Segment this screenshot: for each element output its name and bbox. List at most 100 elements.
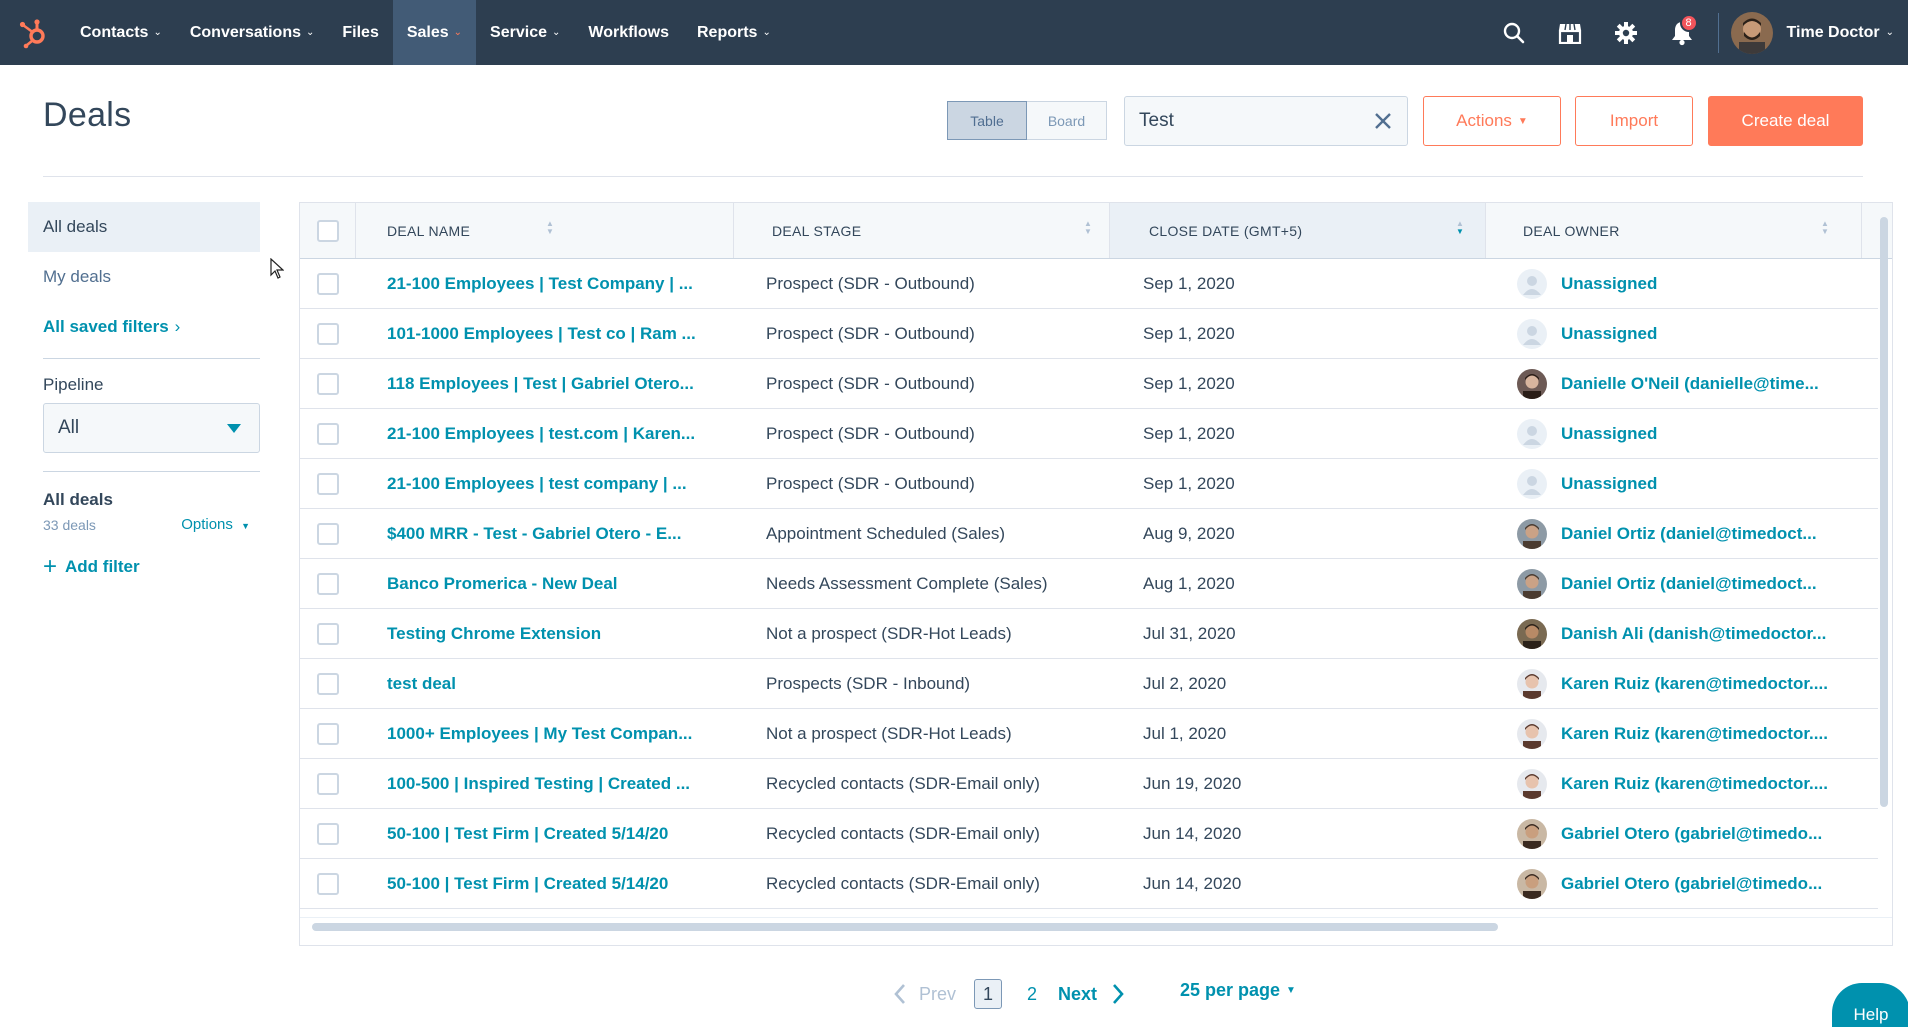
row-checkbox[interactable] (317, 872, 339, 895)
actions-button[interactable]: Actions ▼ (1423, 96, 1561, 146)
deal-owner-link[interactable]: Unassigned (1561, 424, 1657, 444)
hubspot-logo-icon[interactable] (0, 0, 66, 65)
deal-name-link[interactable]: Testing Chrome Extension (387, 624, 601, 644)
nav-item-workflows[interactable]: Workflows (574, 0, 683, 65)
column-deal-name[interactable]: DEAL NAME ▲ ▼ (356, 203, 734, 258)
board-view-button[interactable]: Board (1027, 101, 1107, 140)
search-input[interactable] (1139, 110, 1359, 132)
deal-name-link[interactable]: Banco Promerica - New Deal (387, 574, 618, 594)
column-close-date[interactable]: CLOSE DATE (GMT+5) ▲ ▼ (1110, 203, 1486, 258)
table-row[interactable]: 1000+ Employees | My Test Compan... Not a… (300, 709, 1878, 759)
deal-name-link[interactable]: 21-100 Employees | test.com | Karen... (387, 424, 695, 444)
column-deal-owner[interactable]: DEAL OWNER ▲ ▼ (1486, 203, 1862, 258)
deal-stage: Prospect (SDR - Outbound) (766, 323, 975, 343)
notifications-bell-icon[interactable]: 8 (1654, 0, 1710, 65)
row-checkbox[interactable] (317, 272, 339, 295)
deal-name-link[interactable]: 100-500 | Inspired Testing | Created ... (387, 774, 690, 794)
table-row[interactable]: 50-100 | Test Firm | Created 5/14/20 Recy… (300, 859, 1878, 909)
row-checkbox[interactable] (317, 422, 339, 445)
deal-owner-link[interactable]: Unassigned (1561, 274, 1657, 294)
row-checkbox[interactable] (317, 622, 339, 645)
deal-owner-link[interactable]: Gabriel Otero (gabriel@timedo... (1561, 874, 1822, 894)
deal-name-cell: 118 Employees | Test | Gabriel Otero... (387, 359, 727, 408)
table-row[interactable]: 21-100 Employees | test company | ... Pro… (300, 459, 1878, 509)
view-all-deals[interactable]: All deals (28, 202, 260, 252)
table-row[interactable]: Testing Chrome Extension Not a prospect (… (300, 609, 1878, 659)
nav-item-sales[interactable]: Sales ⌄ (392, 0, 477, 65)
deal-owner-cell: Daniel Ortiz (daniel@timedoct... (1517, 509, 1877, 558)
row-checkbox[interactable] (317, 372, 339, 395)
deal-name-link[interactable]: 21-100 Employees | Test Company | ... (387, 274, 693, 294)
search-icon[interactable] (1486, 0, 1542, 65)
row-checkbox[interactable] (317, 722, 339, 745)
next-page-button[interactable]: Next (1058, 983, 1125, 1005)
deal-name-link[interactable]: 1000+ Employees | My Test Compan... (387, 724, 692, 744)
prev-page-button[interactable]: Prev (893, 983, 956, 1005)
deal-stage: Recycled contacts (SDR-Email only) (766, 773, 1040, 793)
nav-item-files[interactable]: Files (328, 0, 392, 65)
page-1-button[interactable]: 1 (974, 979, 1003, 1009)
deal-name-link[interactable]: $400 MRR - Test - Gabriel Otero - E... (387, 524, 681, 544)
table-row[interactable]: 100-500 | Inspired Testing | Created ...… (300, 759, 1878, 809)
settings-gear-icon[interactable] (1598, 0, 1654, 65)
row-checkbox[interactable] (317, 772, 339, 795)
deal-owner-link[interactable]: Daniel Ortiz (daniel@timedoct... (1561, 524, 1817, 544)
table-row[interactable]: 50-100 | Test Firm | Created 5/14/20 Recy… (300, 809, 1878, 859)
deal-owner-link[interactable]: Danielle O'Neil (danielle@time... (1561, 374, 1819, 394)
add-filter-button[interactable]: + Add filter (43, 555, 260, 579)
deal-name-link[interactable]: test deal (387, 674, 456, 694)
column-deal-stage[interactable]: DEAL STAGE ▲ ▼ (734, 203, 1110, 258)
table-row[interactable]: 21-100 Employees | Test Company | ... Pro… (300, 259, 1878, 309)
create-deal-button[interactable]: Create deal (1708, 96, 1863, 146)
deal-owner-link[interactable]: Unassigned (1561, 324, 1657, 344)
horizontal-scrollbar[interactable] (312, 923, 1498, 931)
import-button[interactable]: Import (1575, 96, 1693, 146)
options-dropdown[interactable]: Options ▼ (181, 516, 260, 533)
table-row[interactable]: test deal Prospects (SDR - Inbound) Jul 2,… (300, 659, 1878, 709)
row-checkbox[interactable] (317, 322, 339, 345)
row-checkbox[interactable] (317, 472, 339, 495)
page-2-button[interactable]: 2 (1018, 979, 1046, 1009)
close-date-cell: Jun 14, 2020 (1143, 859, 1483, 908)
table-row[interactable]: 101-1000 Employees | Test co | Ram ... Pr… (300, 309, 1878, 359)
all-saved-filters-link[interactable]: All saved filters › (28, 302, 260, 352)
select-all-checkbox[interactable] (316, 219, 339, 242)
deal-name-link[interactable]: 21-100 Employees | test company | ... (387, 474, 687, 494)
pipeline-dropdown[interactable]: All (43, 403, 260, 453)
row-checkbox[interactable] (317, 572, 339, 595)
table-row[interactable]: 118 Employees | Test | Gabriel Otero... P… (300, 359, 1878, 409)
nav-item-conversations[interactable]: Conversations ⌄ (176, 0, 329, 65)
deal-name-link[interactable]: 50-100 | Test Firm | Created 5/14/20 (387, 874, 668, 894)
table-row[interactable]: 21-100 Employees | test.com | Karen... Pr… (300, 409, 1878, 459)
nav-item-reports[interactable]: Reports ⌄ (683, 0, 785, 65)
deal-name-link[interactable]: 101-1000 Employees | Test co | Ram ... (387, 324, 696, 344)
deal-owner-link[interactable]: Gabriel Otero (gabriel@timedo... (1561, 824, 1822, 844)
nav-item-contacts[interactable]: Contacts ⌄ (66, 0, 176, 65)
account-menu[interactable]: Time Doctor ⌄ (1730, 11, 1908, 54)
top-navigation-bar: Contacts ⌄ Conversations ⌄ Files Sales ⌄ Servic… (0, 0, 1908, 65)
table-row[interactable]: Banco Promerica - New Deal Needs Assessme… (300, 559, 1878, 609)
deal-name-link[interactable]: 50-100 | Test Firm | Created 5/14/20 (387, 824, 668, 844)
clear-search-icon[interactable] (1373, 111, 1393, 136)
deal-owner-link[interactable]: Unassigned (1561, 474, 1657, 494)
table-row[interactable]: $400 MRR - Test - Gabriel Otero - E... Ap… (300, 509, 1878, 559)
marketplace-icon[interactable] (1542, 0, 1598, 65)
deal-owner-link[interactable]: Karen Ruiz (karen@timedoctor.... (1561, 674, 1828, 694)
deal-owner-link[interactable]: Daniel Ortiz (daniel@timedoct... (1561, 574, 1817, 594)
deal-owner-link[interactable]: Karen Ruiz (karen@timedoctor.... (1561, 724, 1828, 744)
row-checkbox[interactable] (317, 522, 339, 545)
deal-owner-link[interactable]: Danish Ali (danish@timedoctor... (1561, 624, 1826, 644)
deal-stage-cell: Needs Assessment Complete (Sales) (766, 559, 1106, 608)
deal-owner-link[interactable]: Karen Ruiz (karen@timedoctor.... (1561, 774, 1828, 794)
deal-name-link[interactable]: 118 Employees | Test | Gabriel Otero... (387, 374, 694, 394)
vertical-scrollbar[interactable] (1880, 217, 1888, 807)
row-checkbox[interactable] (317, 672, 339, 695)
per-page-dropdown[interactable]: 25 per page ▼ (1180, 980, 1296, 1001)
deal-owner-cell: Karen Ruiz (karen@timedoctor.... (1517, 659, 1877, 708)
row-checkbox[interactable] (317, 822, 339, 845)
help-button[interactable]: Help (1832, 983, 1908, 1027)
nav-item-service[interactable]: Service ⌄ (476, 0, 574, 65)
page-title: Deals (43, 96, 132, 134)
table-view-button[interactable]: Table (947, 101, 1027, 140)
view-my-deals[interactable]: My deals (28, 252, 260, 302)
